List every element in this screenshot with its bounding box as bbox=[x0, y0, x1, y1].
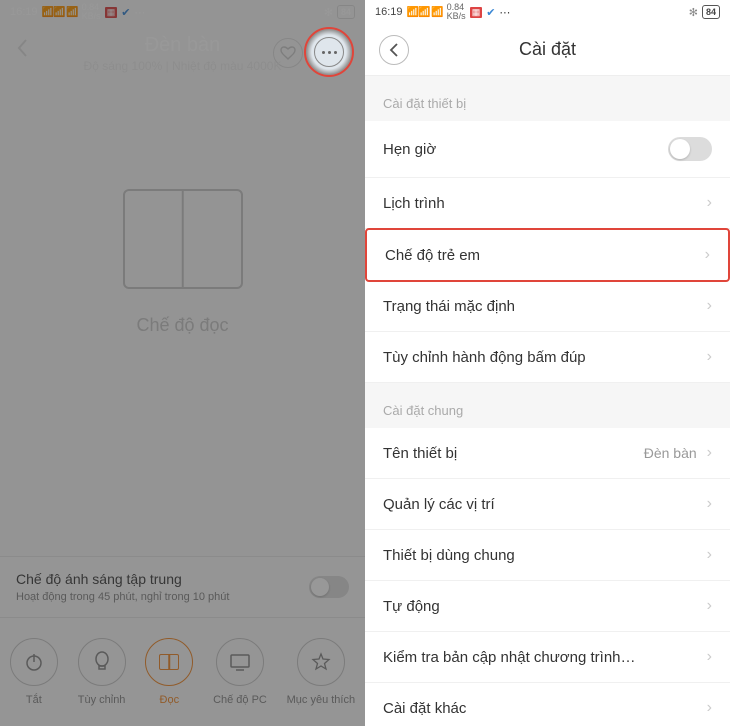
focus-toggle[interactable] bbox=[309, 576, 349, 598]
status-bar: 16:19 📶📶 📶 0.84KB/s ▦ ✔ ⋯ ✻ 84 bbox=[365, 0, 730, 24]
row-label: Quản lý các vị trí bbox=[383, 496, 495, 513]
badge-icon: ▦ bbox=[105, 7, 118, 18]
row-device-name[interactable]: Tên thiết bị Đèn bàn › bbox=[365, 428, 730, 479]
monitor-icon bbox=[229, 653, 251, 671]
battery-icon: 84 bbox=[337, 5, 355, 19]
chevron-icon: › bbox=[705, 246, 710, 264]
row-label: Thiết bị dùng chung bbox=[383, 547, 515, 564]
row-shared-device[interactable]: Thiết bị dùng chung › bbox=[365, 530, 730, 581]
row-label: Tự động bbox=[383, 598, 440, 615]
tab-label: Mục yêu thích bbox=[287, 694, 355, 706]
chevron-icon: › bbox=[707, 444, 712, 462]
star-icon bbox=[311, 652, 331, 672]
section-general: Cài đặt chung bbox=[365, 383, 730, 428]
battery-icon: 84 bbox=[702, 5, 720, 19]
row-label: Trạng thái mặc định bbox=[383, 298, 515, 315]
bluetooth-icon: ✻ bbox=[324, 6, 333, 19]
net-speed: 0.84KB/s bbox=[82, 3, 101, 21]
chevron-icon: › bbox=[707, 297, 712, 315]
mode-label: Chế độ đọc bbox=[136, 315, 228, 336]
chevron-icon: › bbox=[707, 699, 712, 717]
chevron-icon: › bbox=[707, 194, 712, 212]
tab-label: Tùy chỉnh bbox=[78, 694, 126, 706]
focus-panel[interactable]: Chế độ ánh sáng tập trung Hoạt động tron… bbox=[0, 556, 365, 618]
bulb-icon bbox=[93, 651, 111, 673]
badge-icon: ▦ bbox=[470, 7, 483, 18]
book-icon bbox=[123, 189, 243, 289]
settings-title: Cài đặt bbox=[519, 39, 576, 60]
back-button[interactable] bbox=[379, 35, 409, 65]
phone-left: 16:19 📶📶 📶 0.84KB/s ▦ ✔ ⋯ ✻ 84 Đèn bàn Đ… bbox=[0, 0, 365, 726]
row-auto[interactable]: Tự động › bbox=[365, 581, 730, 632]
tab-read[interactable]: Đọc bbox=[145, 638, 193, 706]
row-label: Lịch trình bbox=[383, 195, 445, 212]
chevron-icon: › bbox=[707, 597, 712, 615]
chevron-icon: › bbox=[707, 348, 712, 366]
tab-pc[interactable]: Chế độ PC bbox=[213, 638, 267, 706]
row-value: Đèn bàn bbox=[644, 445, 697, 461]
more-dots: ⋯ bbox=[499, 6, 510, 19]
tab-off[interactable]: Tắt bbox=[10, 638, 58, 706]
signal-icons: 📶📶 📶 bbox=[407, 7, 443, 18]
row-location[interactable]: Quản lý các vị trí › bbox=[365, 479, 730, 530]
chevron-icon: › bbox=[707, 648, 712, 666]
status-time: 16:19 bbox=[375, 6, 403, 18]
mode-display: Chế độ đọc bbox=[0, 189, 365, 336]
row-label: Chế độ trẻ em bbox=[385, 247, 480, 264]
row-other[interactable]: Cài đặt khác › bbox=[365, 683, 730, 726]
section-device: Cài đặt thiết bị bbox=[365, 76, 730, 121]
signal-icons: 📶📶 📶 bbox=[42, 7, 78, 18]
power-icon bbox=[24, 652, 44, 672]
focus-subtitle: Hoạt động trong 45 phút, nghỉ trong 10 p… bbox=[16, 591, 229, 603]
status-bar: 16:19 📶📶 📶 0.84KB/s ▦ ✔ ⋯ ✻ 84 bbox=[0, 0, 365, 24]
row-label: Cài đặt khác bbox=[383, 700, 466, 717]
chevron-icon: › bbox=[707, 495, 712, 513]
tab-label: Tắt bbox=[26, 694, 42, 706]
tab-label: Chế độ PC bbox=[213, 694, 267, 706]
row-label: Tùy chỉnh hành động bấm đúp bbox=[383, 349, 586, 366]
more-dots: ⋯ bbox=[134, 6, 145, 19]
row-label: Tên thiết bị bbox=[383, 445, 457, 462]
tab-custom[interactable]: Tùy chỉnh bbox=[78, 638, 126, 706]
row-label: Kiểm tra bản cập nhật chương trình… bbox=[383, 649, 636, 666]
net-speed: 0.84KB/s bbox=[447, 3, 466, 21]
status-time: 16:19 bbox=[10, 6, 38, 18]
settings-list-general: Tên thiết bị Đèn bàn › Quản lý các vị trí… bbox=[365, 428, 730, 726]
row-double-tap[interactable]: Tùy chỉnh hành động bấm đúp › bbox=[365, 332, 730, 383]
tab-label: Đọc bbox=[160, 694, 180, 706]
settings-header: Cài đặt bbox=[365, 24, 730, 76]
phone-right: 16:19 📶📶 📶 0.84KB/s ▦ ✔ ⋯ ✻ 84 Cài đặt C… bbox=[365, 0, 730, 726]
row-schedule[interactable]: Lịch trình › bbox=[365, 178, 730, 229]
more-options-button[interactable] bbox=[307, 30, 351, 74]
check-icon: ✔ bbox=[486, 6, 495, 19]
focus-title: Chế độ ánh sáng tập trung bbox=[16, 571, 229, 587]
row-child-mode[interactable]: Chế độ trẻ em › bbox=[365, 228, 730, 282]
highlight-ring bbox=[304, 27, 354, 77]
timer-toggle[interactable] bbox=[668, 137, 712, 161]
tab-bar: Tắt Tùy chỉnh Đọc Chế độ PC Mục yêu thíc… bbox=[0, 618, 365, 726]
book-icon bbox=[159, 654, 179, 670]
bluetooth-icon: ✻ bbox=[689, 6, 698, 19]
check-icon: ✔ bbox=[121, 6, 130, 19]
row-timer[interactable]: Hẹn giờ bbox=[365, 121, 730, 178]
row-update[interactable]: Kiểm tra bản cập nhật chương trình… › bbox=[365, 632, 730, 683]
settings-list-device: Hẹn giờ Lịch trình › Chế độ trẻ em › Trạ… bbox=[365, 121, 730, 383]
row-label: Hẹn giờ bbox=[383, 141, 436, 158]
tab-favorite[interactable]: Mục yêu thích bbox=[287, 638, 355, 706]
row-default-state[interactable]: Trạng thái mặc định › bbox=[365, 281, 730, 332]
chevron-icon: › bbox=[707, 546, 712, 564]
